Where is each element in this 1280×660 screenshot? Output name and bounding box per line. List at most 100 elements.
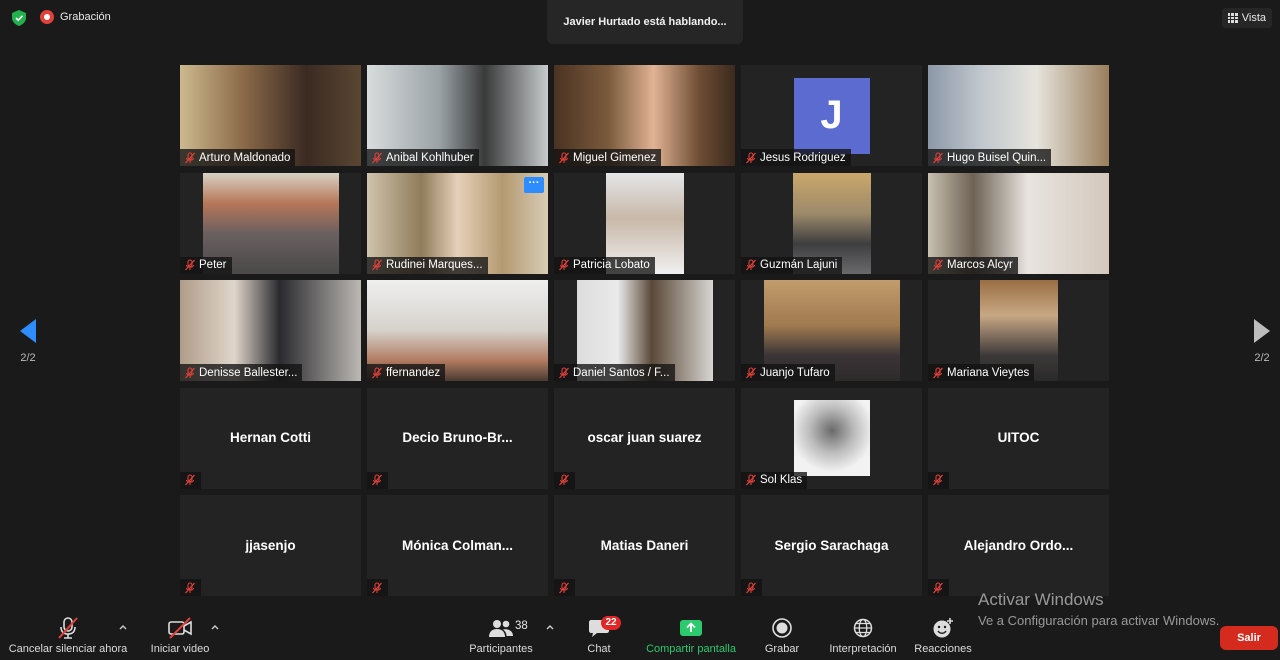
participant-tile[interactable]: oscar juan suarez <box>554 387 735 489</box>
participant-name: Daniel Santos / F... <box>573 366 670 379</box>
leave-button[interactable]: Salir <box>1220 626 1278 650</box>
participant-tile[interactable]: ··· Rudinei Marques... <box>367 172 548 274</box>
participant-tile[interactable]: Hernan Cotti <box>180 387 361 489</box>
microphone-muted-icon <box>185 366 195 378</box>
microphone-muted-icon <box>372 366 382 378</box>
participants-button[interactable]: 38 Participantes <box>467 614 535 655</box>
participant-tile[interactable]: Miguel Gimenez <box>554 65 735 166</box>
start-video-label: Iniciar video <box>150 643 210 655</box>
participant-tile[interactable]: Alejandro Ordo... <box>928 495 1109 596</box>
recording-label: Grabación <box>60 11 111 23</box>
participant-profile-photo <box>793 400 870 476</box>
emoji-icon <box>933 618 953 638</box>
participant-tile[interactable]: UITOC <box>928 387 1109 489</box>
participant-tile[interactable]: Daniel Santos / F... <box>554 280 735 381</box>
participant-name-tag <box>180 471 201 489</box>
recording-indicator[interactable]: Grabación <box>40 10 111 24</box>
meeting-toolbar: Cancelar silenciar ahora Iniciar video 3… <box>0 606 1280 660</box>
next-page-button[interactable]: 2/2 <box>1247 318 1277 364</box>
participant-display-name: Hernan Cotti <box>230 429 311 445</box>
participant-tile[interactable]: Peter <box>180 172 361 274</box>
participant-tile[interactable]: Guzmán Lajuni <box>741 172 922 274</box>
participant-tile[interactable]: Sol Klas <box>741 387 922 489</box>
page-indicator-left: 2/2 <box>20 352 36 364</box>
microphone-muted-icon <box>559 151 569 163</box>
participant-name-tag: Juanjo Tufaro <box>741 364 835 381</box>
microphone-muted-icon <box>372 151 382 163</box>
participant-name-tag: Mariana Vieytes <box>928 364 1035 381</box>
microphone-muted-icon <box>746 366 756 378</box>
participant-name-tag: Marcos Alcyr <box>928 256 1018 274</box>
chat-label: Chat <box>587 643 611 655</box>
participant-tile[interactable]: Mónica Colman... <box>367 495 548 596</box>
chevron-up-icon[interactable] <box>545 622 555 632</box>
participant-tile[interactable]: Juanjo Tufaro <box>741 280 922 381</box>
participant-display-name: oscar juan suarez <box>587 429 702 445</box>
microphone-muted-icon <box>933 259 943 271</box>
unmute-label: Cancelar silenciar ahora <box>8 643 128 655</box>
participant-name: Mariana Vieytes <box>947 366 1030 379</box>
microphone-muted-icon <box>933 151 943 163</box>
microphone-muted-icon <box>746 581 756 593</box>
microphone-muted-icon <box>372 259 382 271</box>
participant-name-tag: Rudinei Marques... <box>367 256 488 274</box>
participant-name-tag: Daniel Santos / F... <box>554 364 675 381</box>
view-button[interactable]: Vista <box>1221 8 1272 28</box>
share-screen-label: Compartir pantalla <box>646 643 736 655</box>
participant-name-tag: Denisse Ballester... <box>180 364 303 381</box>
participant-tile[interactable]: Decio Bruno-Br... <box>367 387 548 489</box>
participant-tile[interactable]: Marcos Alcyr <box>928 172 1109 274</box>
participant-name: Jesus Rodriguez <box>760 151 846 164</box>
participant-name-tag: Sol Klas <box>741 471 808 489</box>
microphone-muted-icon <box>185 259 195 271</box>
tile-more-options-button[interactable]: ··· <box>524 176 544 193</box>
microphone-muted-icon <box>933 474 943 486</box>
microphone-muted-icon <box>746 259 756 271</box>
start-video-button[interactable]: Iniciar video <box>148 614 212 655</box>
microphone-muted-icon <box>559 259 569 271</box>
participant-tile[interactable]: Patricia Lobato <box>554 172 735 274</box>
participant-tile[interactable]: J Jesus Rodriguez <box>741 65 922 166</box>
participant-tile[interactable]: Arturo Maldonado <box>180 65 361 166</box>
participant-name-tag: Guzmán Lajuni <box>741 256 843 274</box>
microphone-muted-icon <box>185 474 195 486</box>
participant-name: Patricia Lobato <box>573 259 650 271</box>
participant-tile[interactable]: Denisse Ballester... <box>180 280 361 381</box>
record-label: Grabar <box>764 643 800 655</box>
participant-tile[interactable]: ffernandez <box>367 280 548 381</box>
participant-display-name: Matias Daneri <box>600 537 689 553</box>
arrow-right-icon <box>1254 319 1270 343</box>
participant-name-tag: Miguel Gimenez <box>554 149 662 166</box>
shield-icon[interactable] <box>12 10 26 26</box>
participant-name-tag <box>928 471 949 489</box>
chat-button[interactable]: 22 Chat <box>586 614 621 655</box>
participant-name-tag: Jesus Rodriguez <box>741 149 851 166</box>
participant-tile[interactable]: Matias Daneri <box>554 495 735 596</box>
participant-tile[interactable]: Hugo Buisel Quin... <box>928 65 1109 166</box>
participant-name-tag: Patricia Lobato <box>554 256 655 274</box>
share-screen-icon <box>680 620 702 636</box>
participant-tile[interactable]: Mariana Vieytes <box>928 280 1109 381</box>
previous-page-button[interactable]: 2/2 <box>13 318 43 364</box>
interpretation-button[interactable]: Interpretación <box>827 614 899 655</box>
record-button[interactable]: Grabar <box>764 614 800 655</box>
participant-name: Peter <box>199 259 227 271</box>
microphone-muted-icon <box>58 617 78 639</box>
participant-name: Denisse Ballester... <box>199 366 298 379</box>
chevron-up-icon[interactable] <box>210 622 220 632</box>
participant-display-name: jjasenjo <box>245 537 296 553</box>
unmute-button[interactable]: Cancelar silenciar ahora <box>8 614 128 655</box>
participant-name-tag: Arturo Maldonado <box>180 149 296 166</box>
reactions-button[interactable]: Reacciones <box>914 614 972 655</box>
participant-tile[interactable]: Anibal Kohlhuber <box>367 65 548 166</box>
participant-name: Sol Klas <box>760 474 803 486</box>
participant-display-name: Decio Bruno-Br... <box>402 429 513 445</box>
chevron-up-icon[interactable] <box>118 622 128 632</box>
participant-name: Juanjo Tufaro <box>760 366 830 379</box>
participant-gallery: Arturo Maldonado Anibal Kohlhuber Miguel G… <box>180 65 1110 597</box>
share-screen-button[interactable]: Compartir pantalla <box>643 614 739 655</box>
microphone-muted-icon <box>933 366 943 378</box>
participant-display-name: Mónica Colman... <box>401 537 513 553</box>
participant-tile[interactable]: jjasenjo <box>180 495 361 596</box>
participant-tile[interactable]: Sergio Sarachaga <box>741 495 922 596</box>
